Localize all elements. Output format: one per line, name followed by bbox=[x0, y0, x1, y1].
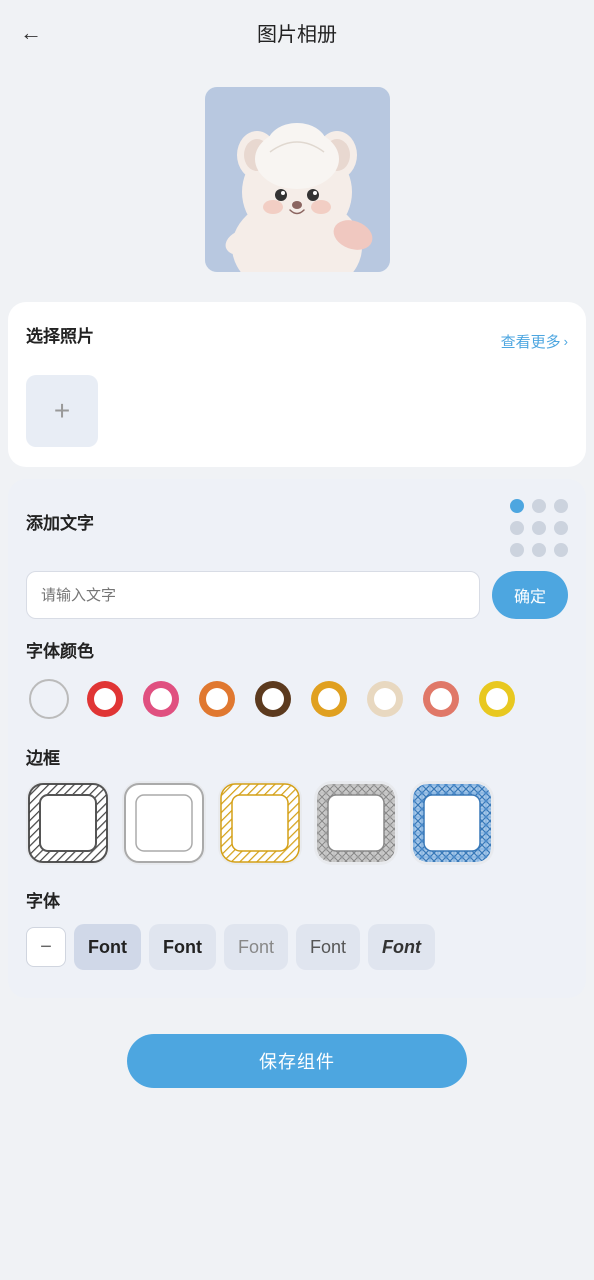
view-more-link[interactable]: 查看更多 › bbox=[501, 331, 568, 352]
border-option-plaid-gray[interactable] bbox=[314, 781, 398, 865]
dot-9[interactable] bbox=[554, 543, 568, 557]
border-option-simple-gray[interactable] bbox=[122, 781, 206, 865]
font-options-row: − Font Font Font Font Font bbox=[26, 924, 568, 974]
dot-8[interactable] bbox=[532, 543, 546, 557]
color-option-orange[interactable] bbox=[194, 676, 240, 722]
font-style-title: 字体 bbox=[26, 887, 568, 912]
text-controls-row: 添加文字 bbox=[26, 499, 568, 557]
layout-dot-grid[interactable] bbox=[510, 499, 568, 557]
view-more-label: 查看更多 bbox=[501, 331, 561, 352]
color-dots-row bbox=[26, 676, 568, 726]
border-option-diagonal-gold[interactable] bbox=[218, 781, 302, 865]
font-label-semibold: Font bbox=[163, 937, 202, 958]
minus-icon: − bbox=[40, 936, 52, 959]
photo-preview bbox=[0, 57, 594, 302]
color-dot-gold bbox=[309, 679, 349, 719]
page-title: 图片相册 bbox=[257, 18, 337, 47]
border-plaid-blue-svg bbox=[410, 781, 494, 865]
border-option-plaid-blue[interactable] bbox=[410, 781, 494, 865]
font-subtract-button[interactable]: − bbox=[26, 927, 66, 967]
select-photos-header: 选择照片 查看更多 › bbox=[26, 322, 568, 361]
color-dot-salmon bbox=[421, 679, 461, 719]
add-text-section: 添加文字 确定 字体颜色 bbox=[8, 479, 586, 998]
font-option-italic[interactable]: Font bbox=[368, 924, 435, 970]
font-option-bold[interactable]: Font bbox=[74, 924, 141, 970]
color-option-none[interactable] bbox=[26, 676, 72, 722]
font-label-regular: Font bbox=[310, 937, 346, 958]
color-option-pink[interactable] bbox=[138, 676, 184, 722]
border-plaid-gray-svg bbox=[314, 781, 398, 865]
color-option-brown[interactable] bbox=[250, 676, 296, 722]
text-input-field[interactable] bbox=[26, 571, 480, 619]
border-options-row bbox=[26, 781, 568, 869]
dot-1[interactable] bbox=[510, 499, 524, 513]
color-dot-cream bbox=[365, 679, 405, 719]
color-option-cream[interactable] bbox=[362, 676, 408, 722]
font-style-section: 字体 − Font Font Font Font Font bbox=[26, 887, 568, 974]
font-label-italic: Font bbox=[382, 937, 421, 958]
dot-3[interactable] bbox=[554, 499, 568, 513]
plus-icon: + bbox=[54, 397, 70, 425]
dot-7[interactable] bbox=[510, 543, 524, 557]
border-section: 边框 bbox=[26, 744, 568, 869]
font-option-regular[interactable]: Font bbox=[296, 924, 360, 970]
color-option-red[interactable] bbox=[82, 676, 128, 722]
font-option-light[interactable]: Font bbox=[224, 924, 288, 970]
color-option-gold[interactable] bbox=[306, 676, 352, 722]
select-photos-title: 选择照片 bbox=[26, 322, 94, 347]
font-color-section: 字体颜色 bbox=[26, 637, 568, 726]
add-text-title: 添加文字 bbox=[26, 509, 94, 534]
color-dot-yellow bbox=[477, 679, 517, 719]
confirm-button[interactable]: 确定 bbox=[492, 571, 568, 619]
font-label-bold: Font bbox=[88, 937, 127, 958]
color-option-salmon[interactable] bbox=[418, 676, 464, 722]
color-dot-none bbox=[29, 679, 69, 719]
font-option-semibold[interactable]: Font bbox=[149, 924, 216, 970]
add-photo-button[interactable]: + bbox=[26, 375, 98, 447]
border-title: 边框 bbox=[26, 744, 568, 769]
header: ← 图片相册 bbox=[0, 0, 594, 57]
text-input-row: 确定 bbox=[26, 571, 568, 619]
stuffed-animal-image bbox=[205, 87, 390, 272]
back-button[interactable]: ← bbox=[20, 20, 42, 46]
color-dot-red bbox=[85, 679, 125, 719]
border-option-cross-black[interactable] bbox=[26, 781, 110, 865]
chevron-right-icon: › bbox=[564, 334, 568, 349]
border-simple-gray-svg bbox=[122, 781, 206, 865]
border-cross-black-svg bbox=[26, 781, 110, 865]
save-button[interactable]: 保存组件 bbox=[127, 1034, 467, 1088]
save-button-wrap: 保存组件 bbox=[0, 1010, 594, 1118]
select-photos-section: 选择照片 查看更多 › + bbox=[8, 302, 586, 467]
dot-2[interactable] bbox=[532, 499, 546, 513]
color-dot-brown bbox=[253, 679, 293, 719]
font-label-light: Font bbox=[238, 937, 274, 958]
dot-6[interactable] bbox=[554, 521, 568, 535]
dot-5[interactable] bbox=[532, 521, 546, 535]
color-option-yellow[interactable] bbox=[474, 676, 520, 722]
color-dot-pink bbox=[141, 679, 181, 719]
border-diagonal-gold-svg bbox=[218, 781, 302, 865]
font-color-title: 字体颜色 bbox=[26, 637, 568, 662]
color-dot-orange bbox=[197, 679, 237, 719]
photo-frame bbox=[205, 87, 390, 272]
dot-4[interactable] bbox=[510, 521, 524, 535]
